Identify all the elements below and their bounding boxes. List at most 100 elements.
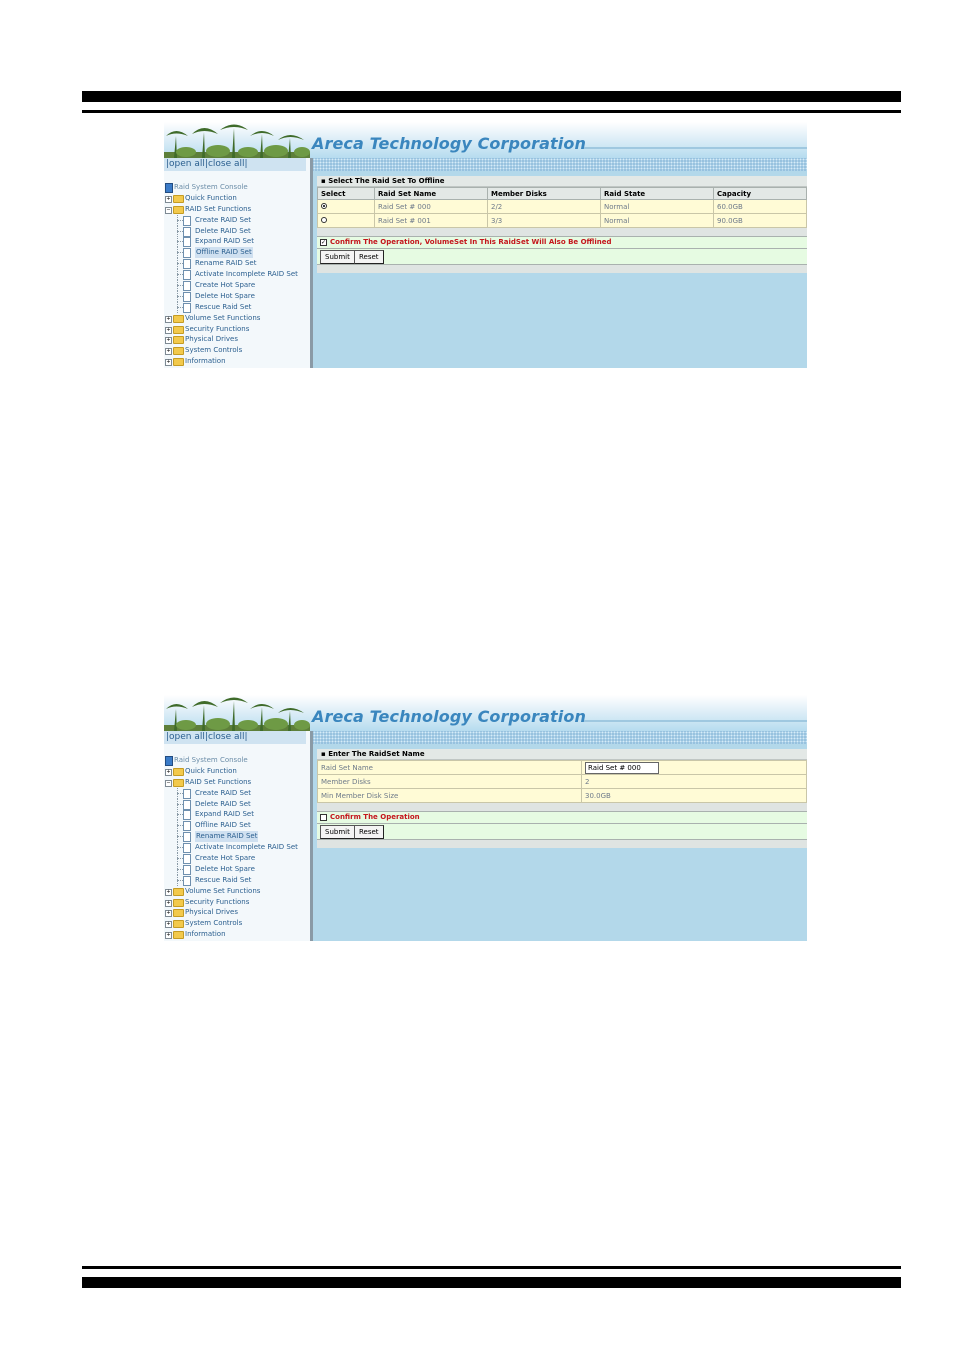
confirm-row: ✓ Confirm The Operation, VolumeSet In Th… bbox=[317, 236, 807, 249]
tree-system-controls[interactable]: + System Controls bbox=[164, 345, 310, 356]
tree-item-create-raid-set[interactable]: Create RAID Set bbox=[164, 787, 310, 799]
tree-security-functions[interactable]: + Security Functions bbox=[164, 897, 310, 908]
close-all-link[interactable]: close all bbox=[208, 732, 245, 742]
tree-item-delete-hot-spare[interactable]: Delete Hot Spare bbox=[164, 290, 310, 302]
tree-item-rename-raid-set[interactable]: Rename RAID Set bbox=[164, 258, 310, 270]
open-close-bar: |open all|close all| bbox=[164, 731, 306, 744]
expand-icon[interactable]: + bbox=[165, 768, 172, 776]
submit-button[interactable]: Submit bbox=[320, 825, 355, 839]
tree-item-create-hot-spare[interactable]: Create Hot Spare bbox=[164, 853, 310, 865]
expand-icon[interactable]: + bbox=[165, 910, 172, 918]
offline-form: ▪ Select The Raid Set To Offline Select … bbox=[317, 176, 807, 273]
expand-icon[interactable]: + bbox=[165, 315, 172, 323]
console-icon bbox=[165, 756, 173, 766]
confirm-checkbox[interactable]: ✓ bbox=[320, 239, 327, 246]
tree-item-expand-raid-set[interactable]: Expand RAID Set bbox=[164, 809, 310, 821]
expand-icon[interactable]: + bbox=[165, 888, 172, 896]
tree-quick-function[interactable]: + Quick Function bbox=[164, 193, 310, 204]
cell-disks: 3/3 bbox=[487, 213, 601, 228]
tree-system-controls[interactable]: + System Controls bbox=[164, 918, 310, 929]
tree-information[interactable]: + Information bbox=[164, 929, 310, 940]
folder-open-icon bbox=[173, 205, 184, 214]
tree-raid-set-functions[interactable]: − RAID Set Functions bbox=[164, 777, 310, 788]
tree-item-rescue-raid-set[interactable]: Rescue Raid Set bbox=[164, 301, 310, 313]
cell-state: Normal bbox=[600, 199, 714, 214]
raid-set-table: Select Raid Set Name Member Disks Raid S… bbox=[317, 187, 807, 228]
tree-physical-drives[interactable]: + Physical Drives bbox=[164, 334, 310, 345]
tree-item-expand-raid-set[interactable]: Expand RAID Set bbox=[164, 236, 310, 248]
tree-item-delete-raid-set[interactable]: Delete RAID Set bbox=[164, 225, 310, 237]
stripe-bar bbox=[313, 158, 807, 171]
page-icon bbox=[183, 226, 191, 237]
banner: Areca Technology Corporation bbox=[164, 122, 807, 158]
raid-set-name-input[interactable]: Raid Set # 000 bbox=[585, 761, 659, 774]
folder-icon bbox=[173, 920, 184, 929]
expand-icon[interactable]: + bbox=[165, 359, 172, 367]
expand-icon[interactable]: + bbox=[165, 899, 172, 907]
expand-icon[interactable]: + bbox=[165, 921, 172, 929]
tree-security-functions[interactable]: + Security Functions bbox=[164, 324, 310, 335]
submit-button[interactable]: Submit bbox=[320, 250, 355, 264]
open-close-bar: |open all|close all| bbox=[164, 158, 306, 171]
field-label: Member Disks bbox=[317, 774, 582, 789]
top-rule-thin bbox=[82, 110, 901, 113]
page-icon bbox=[183, 302, 191, 313]
tree-item-create-hot-spare[interactable]: Create Hot Spare bbox=[164, 280, 310, 292]
tree-item-rescue-raid-set[interactable]: Rescue Raid Set bbox=[164, 874, 310, 886]
select-radio[interactable] bbox=[321, 202, 327, 209]
page-icon bbox=[183, 788, 191, 799]
tree-quick-function[interactable]: + Quick Function bbox=[164, 766, 310, 777]
cell-disks: 2/2 bbox=[487, 199, 601, 214]
expand-icon[interactable]: + bbox=[165, 195, 172, 203]
tree-item-create-raid-set[interactable]: Create RAID Set bbox=[164, 214, 310, 226]
page-icon bbox=[183, 291, 191, 302]
col-capacity: Capacity bbox=[713, 187, 807, 200]
expand-icon[interactable]: + bbox=[165, 932, 172, 940]
tree-physical-drives[interactable]: + Physical Drives bbox=[164, 907, 310, 918]
tree-volume-set-functions[interactable]: + Volume Set Functions bbox=[164, 313, 310, 324]
raid-set-fields: Raid Set Name Raid Set # 000 Member Disk… bbox=[317, 760, 807, 803]
open-all-link[interactable]: open all bbox=[169, 159, 205, 169]
cell-state: Normal bbox=[600, 213, 714, 228]
reset-button[interactable]: Reset bbox=[354, 825, 384, 839]
tree-item-activate-incomplete[interactable]: Activate Incomplete RAID Set bbox=[164, 269, 310, 281]
field-row: Member Disks 2 bbox=[317, 774, 807, 789]
folder-icon bbox=[173, 347, 184, 356]
tree-root[interactable]: Raid System Console bbox=[164, 755, 310, 766]
page-icon bbox=[183, 281, 191, 292]
expand-icon[interactable]: + bbox=[165, 348, 172, 356]
folder-icon bbox=[173, 194, 184, 203]
section-heading: ▪ Select The Raid Set To Offline bbox=[317, 176, 807, 187]
select-radio[interactable] bbox=[321, 216, 327, 223]
field-row: Raid Set Name Raid Set # 000 bbox=[317, 760, 807, 775]
banner: Areca Technology Corporation bbox=[164, 695, 807, 731]
field-row: Min Member Disk Size 30.0GB bbox=[317, 788, 807, 803]
tree-item-activate-incomplete[interactable]: Activate Incomplete RAID Set bbox=[164, 842, 310, 854]
expand-icon[interactable]: + bbox=[165, 326, 172, 334]
brand-title: Areca Technology Corporation bbox=[312, 134, 586, 153]
tree-item-rename-raid-set[interactable]: Rename RAID Set bbox=[164, 831, 310, 843]
rename-form: ▪ Enter The RaidSet Name Raid Set Name R… bbox=[317, 749, 807, 848]
tree-information[interactable]: + Information bbox=[164, 356, 310, 367]
confirm-checkbox[interactable] bbox=[320, 814, 327, 821]
tree-volume-set-functions[interactable]: + Volume Set Functions bbox=[164, 886, 310, 897]
folder-icon bbox=[173, 898, 184, 907]
open-all-link[interactable]: open all bbox=[169, 732, 205, 742]
page-icon bbox=[183, 832, 191, 843]
reset-button[interactable]: Reset bbox=[354, 250, 384, 264]
field-value: 30.0GB bbox=[581, 788, 807, 803]
tree-item-delete-raid-set[interactable]: Delete RAID Set bbox=[164, 798, 310, 810]
tree-item-delete-hot-spare[interactable]: Delete Hot Spare bbox=[164, 863, 310, 875]
close-all-link[interactable]: close all bbox=[208, 159, 245, 169]
collapse-icon[interactable]: − bbox=[165, 206, 172, 214]
folder-icon bbox=[173, 909, 184, 918]
section-heading: ▪ Enter The RaidSet Name bbox=[317, 749, 807, 760]
tree-raid-set-functions[interactable]: − RAID Set Functions bbox=[164, 204, 310, 215]
palm-trees-logo bbox=[164, 697, 310, 731]
tree-root[interactable]: Raid System Console bbox=[164, 182, 310, 193]
expand-icon[interactable]: + bbox=[165, 337, 172, 345]
tree-item-offline-raid-set[interactable]: Offline RAID Set bbox=[164, 247, 310, 259]
tree-item-offline-raid-set[interactable]: Offline RAID Set bbox=[164, 820, 310, 832]
spacer bbox=[317, 803, 807, 811]
collapse-icon[interactable]: − bbox=[165, 779, 172, 787]
